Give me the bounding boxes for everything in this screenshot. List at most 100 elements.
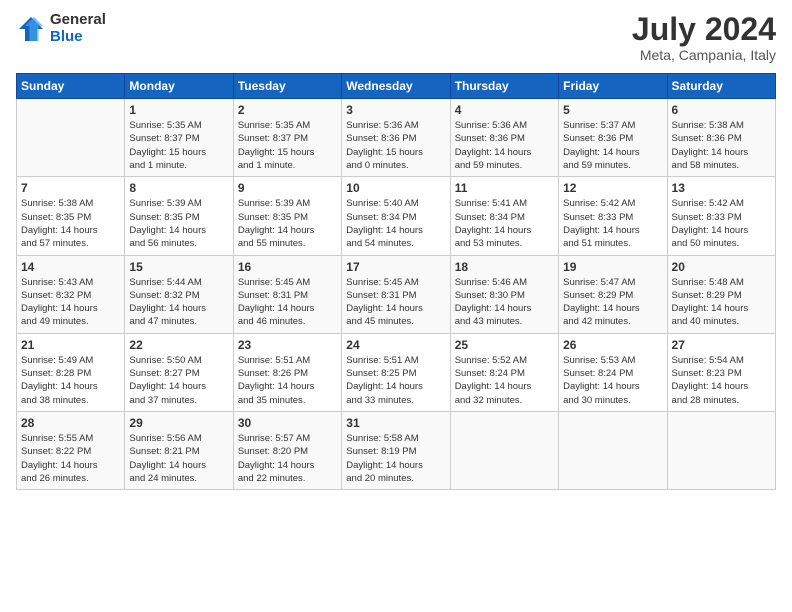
calendar-cell: 9 Sunrise: 5:39 AM Sunset: 8:35 PM Daylig… [233, 177, 341, 255]
calendar-cell: 15 Sunrise: 5:44 AM Sunset: 8:32 PM Dayli… [125, 255, 233, 333]
day-info: Sunrise: 5:36 AM Sunset: 8:36 PM Dayligh… [455, 119, 554, 172]
col-tuesday: Tuesday [233, 74, 341, 99]
day-info: Sunrise: 5:41 AM Sunset: 8:34 PM Dayligh… [455, 197, 554, 250]
week-row-3: 14 Sunrise: 5:43 AM Sunset: 8:32 PM Dayli… [17, 255, 776, 333]
day-info: Sunrise: 5:38 AM Sunset: 8:36 PM Dayligh… [672, 119, 771, 172]
day-number: 2 [238, 103, 337, 117]
day-number: 5 [563, 103, 662, 117]
month-title: July 2024 [632, 12, 776, 47]
day-info: Sunrise: 5:48 AM Sunset: 8:29 PM Dayligh… [672, 276, 771, 329]
day-info: Sunrise: 5:35 AM Sunset: 8:37 PM Dayligh… [238, 119, 337, 172]
day-info: Sunrise: 5:58 AM Sunset: 8:19 PM Dayligh… [346, 432, 445, 485]
day-info: Sunrise: 5:37 AM Sunset: 8:36 PM Dayligh… [563, 119, 662, 172]
day-number: 4 [455, 103, 554, 117]
day-number: 26 [563, 338, 662, 352]
day-number: 25 [455, 338, 554, 352]
day-number: 22 [129, 338, 228, 352]
calendar-cell: 22 Sunrise: 5:50 AM Sunset: 8:27 PM Dayli… [125, 333, 233, 411]
day-info: Sunrise: 5:40 AM Sunset: 8:34 PM Dayligh… [346, 197, 445, 250]
logo-text: General Blue [50, 12, 106, 45]
calendar-cell: 4 Sunrise: 5:36 AM Sunset: 8:36 PM Daylig… [450, 99, 558, 177]
day-number: 15 [129, 260, 228, 274]
calendar-cell: 1Sunrise: 5:35 AM Sunset: 8:37 PM Daylig… [125, 99, 233, 177]
calendar-cell: 11Sunrise: 5:41 AM Sunset: 8:34 PM Dayli… [450, 177, 558, 255]
day-number: 30 [238, 416, 337, 430]
day-number: 14 [21, 260, 120, 274]
day-info: Sunrise: 5:39 AM Sunset: 8:35 PM Dayligh… [129, 197, 228, 250]
day-number: 29 [129, 416, 228, 430]
logo-icon [16, 14, 46, 44]
day-info: Sunrise: 5:54 AM Sunset: 8:23 PM Dayligh… [672, 354, 771, 407]
header-row: Sunday Monday Tuesday Wednesday Thursday… [17, 74, 776, 99]
calendar-cell: 2 Sunrise: 5:35 AM Sunset: 8:37 PM Daylig… [233, 99, 341, 177]
day-info: Sunrise: 5:42 AM Sunset: 8:33 PM Dayligh… [672, 197, 771, 250]
calendar-cell: 20Sunrise: 5:48 AM Sunset: 8:29 PM Dayli… [667, 255, 775, 333]
page: General Blue July 2024 Meta, Campania, I… [0, 0, 792, 612]
day-info: Sunrise: 5:52 AM Sunset: 8:24 PM Dayligh… [455, 354, 554, 407]
calendar-cell: 29 Sunrise: 5:56 AM Sunset: 8:21 PM Dayli… [125, 411, 233, 489]
day-info: Sunrise: 5:53 AM Sunset: 8:24 PM Dayligh… [563, 354, 662, 407]
calendar-cell [667, 411, 775, 489]
calendar-table: Sunday Monday Tuesday Wednesday Thursday… [16, 73, 776, 490]
week-row-4: 21 Sunrise: 5:49 AM Sunset: 8:28 PM Dayli… [17, 333, 776, 411]
col-friday: Friday [559, 74, 667, 99]
calendar-cell: 24Sunrise: 5:51 AM Sunset: 8:25 PM Dayli… [342, 333, 450, 411]
day-info: Sunrise: 5:56 AM Sunset: 8:21 PM Dayligh… [129, 432, 228, 485]
location: Meta, Campania, Italy [632, 47, 776, 63]
calendar-cell: 14 Sunrise: 5:43 AM Sunset: 8:32 PM Dayli… [17, 255, 125, 333]
day-info: Sunrise: 5:50 AM Sunset: 8:27 PM Dayligh… [129, 354, 228, 407]
day-info: Sunrise: 5:51 AM Sunset: 8:26 PM Dayligh… [238, 354, 337, 407]
col-wednesday: Wednesday [342, 74, 450, 99]
week-row-2: 7 Sunrise: 5:38 AM Sunset: 8:35 PM Daylig… [17, 177, 776, 255]
day-number: 17 [346, 260, 445, 274]
day-info: Sunrise: 5:43 AM Sunset: 8:32 PM Dayligh… [21, 276, 120, 329]
day-info: Sunrise: 5:47 AM Sunset: 8:29 PM Dayligh… [563, 276, 662, 329]
col-thursday: Thursday [450, 74, 558, 99]
header: General Blue July 2024 Meta, Campania, I… [16, 12, 776, 63]
title-block: July 2024 Meta, Campania, Italy [632, 12, 776, 63]
day-number: 9 [238, 181, 337, 195]
calendar-cell: 21 Sunrise: 5:49 AM Sunset: 8:28 PM Dayli… [17, 333, 125, 411]
day-number: 6 [672, 103, 771, 117]
day-number: 8 [129, 181, 228, 195]
day-info: Sunrise: 5:55 AM Sunset: 8:22 PM Dayligh… [21, 432, 120, 485]
day-number: 19 [563, 260, 662, 274]
day-info: Sunrise: 5:45 AM Sunset: 8:31 PM Dayligh… [238, 276, 337, 329]
calendar-cell: 25 Sunrise: 5:52 AM Sunset: 8:24 PM Dayli… [450, 333, 558, 411]
day-info: Sunrise: 5:49 AM Sunset: 8:28 PM Dayligh… [21, 354, 120, 407]
calendar-cell: 6 Sunrise: 5:38 AM Sunset: 8:36 PM Daylig… [667, 99, 775, 177]
day-number: 23 [238, 338, 337, 352]
day-info: Sunrise: 5:39 AM Sunset: 8:35 PM Dayligh… [238, 197, 337, 250]
logo-general-text: General [50, 12, 106, 29]
day-info: Sunrise: 5:45 AM Sunset: 8:31 PM Dayligh… [346, 276, 445, 329]
day-number: 1 [129, 103, 228, 117]
day-number: 18 [455, 260, 554, 274]
calendar-cell [17, 99, 125, 177]
day-info: Sunrise: 5:57 AM Sunset: 8:20 PM Dayligh… [238, 432, 337, 485]
day-number: 21 [21, 338, 120, 352]
calendar-cell: 26 Sunrise: 5:53 AM Sunset: 8:24 PM Dayli… [559, 333, 667, 411]
day-info: Sunrise: 5:42 AM Sunset: 8:33 PM Dayligh… [563, 197, 662, 250]
calendar-cell: 13 Sunrise: 5:42 AM Sunset: 8:33 PM Dayli… [667, 177, 775, 255]
day-number: 16 [238, 260, 337, 274]
calendar-cell: 27 Sunrise: 5:54 AM Sunset: 8:23 PM Dayli… [667, 333, 775, 411]
logo-blue-text: Blue [50, 29, 106, 46]
col-monday: Monday [125, 74, 233, 99]
day-number: 12 [563, 181, 662, 195]
day-number: 13 [672, 181, 771, 195]
day-info: Sunrise: 5:44 AM Sunset: 8:32 PM Dayligh… [129, 276, 228, 329]
day-number: 7 [21, 181, 120, 195]
calendar-cell: 17 Sunrise: 5:45 AM Sunset: 8:31 PM Dayli… [342, 255, 450, 333]
day-info: Sunrise: 5:38 AM Sunset: 8:35 PM Dayligh… [21, 197, 120, 250]
col-sunday: Sunday [17, 74, 125, 99]
week-row-5: 28Sunrise: 5:55 AM Sunset: 8:22 PM Dayli… [17, 411, 776, 489]
day-number: 24 [346, 338, 445, 352]
calendar-cell: 10 Sunrise: 5:40 AM Sunset: 8:34 PM Dayli… [342, 177, 450, 255]
day-info: Sunrise: 5:46 AM Sunset: 8:30 PM Dayligh… [455, 276, 554, 329]
calendar-cell: 23 Sunrise: 5:51 AM Sunset: 8:26 PM Dayli… [233, 333, 341, 411]
calendar-cell: 31Sunrise: 5:58 AM Sunset: 8:19 PM Dayli… [342, 411, 450, 489]
calendar-cell: 5 Sunrise: 5:37 AM Sunset: 8:36 PM Daylig… [559, 99, 667, 177]
day-number: 27 [672, 338, 771, 352]
day-number: 10 [346, 181, 445, 195]
calendar-cell: 12 Sunrise: 5:42 AM Sunset: 8:33 PM Dayli… [559, 177, 667, 255]
